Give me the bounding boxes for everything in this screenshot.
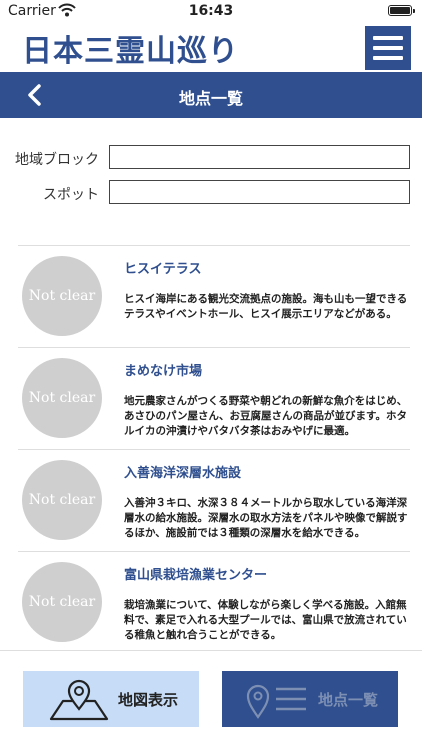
- item-description: ヒスイ海岸にある観光交流拠点の施設。海も山も一望できるテラスやイベントホール、ヒ…: [124, 293, 408, 320]
- list-item[interactable]: Not clear まめなけ市場 地元農家さんがつくる野菜や朝どれの新鮮な魚介を…: [18, 347, 410, 449]
- spot-list: Not clear ヒスイテラス ヒスイ海岸にある観光交流拠点の施設。海も山も一…: [18, 245, 410, 653]
- thumbnail-placeholder: Not clear: [22, 256, 102, 336]
- thumbnail-placeholder: Not clear: [22, 460, 102, 540]
- list-button-label: 地点一覧: [318, 691, 379, 709]
- item-title: 入善海洋深層水施設: [124, 466, 242, 481]
- nav-title: 地点一覧: [178, 89, 243, 108]
- item-description: 栽培漁業について、体験しながら楽しく学べる施設。入館無料で、素足で入れる大型プー…: [124, 599, 407, 641]
- map-view-button[interactable]: 地図表示: [23, 671, 199, 727]
- bottom-bar: 地図表示 地点一覧: [0, 650, 422, 751]
- region-label: 地域ブロック: [15, 152, 99, 168]
- thumbnail-placeholder: Not clear: [22, 562, 102, 642]
- item-title: 富山県栽培漁業センター: [124, 568, 268, 583]
- item-title: まめなけ市場: [124, 364, 203, 379]
- item-description: 地元農家さんがつくる野菜や朝どれの新鮮な魚介をはじめ、あさひのパン屋さん、お豆腐…: [124, 395, 408, 437]
- app-title: 日本三霊山巡り: [22, 34, 239, 69]
- spot-input[interactable]: [109, 180, 410, 204]
- spot-list-button[interactable]: 地点一覧: [222, 671, 398, 727]
- list-item[interactable]: Not clear 入善海洋深層水施設 入善沖３キロ、水深３８４メートルから取水…: [18, 449, 410, 551]
- thumbnail-placeholder: Not clear: [22, 358, 102, 438]
- clock: 16:43: [188, 3, 234, 19]
- region-row: 地域ブロック: [0, 145, 422, 171]
- item-title: ヒスイテラス: [124, 262, 202, 277]
- map-pin-icon: [49, 679, 109, 721]
- list-item[interactable]: Not clear 富山県栽培漁業センター 栽培漁業について、体験しながら楽しく…: [18, 551, 410, 653]
- spot-label: スポット: [43, 187, 99, 203]
- spot-row: スポット: [0, 180, 422, 206]
- item-description: 入善沖３キロ、水深３８４メートルから取水している海洋深層水の給水施設。深層水の取…: [124, 497, 408, 539]
- region-input[interactable]: [109, 145, 410, 169]
- app-header: 日本三霊山巡り: [0, 22, 422, 72]
- nav-bar: 地点一覧: [0, 72, 422, 118]
- battery-icon: [388, 5, 415, 16]
- menu-button[interactable]: [365, 26, 411, 70]
- status-bar: Carrier 16:43: [0, 0, 422, 22]
- list-item[interactable]: Not clear ヒスイテラス ヒスイ海岸にある観光交流拠点の施設。海も山も一…: [18, 245, 410, 347]
- map-button-label: 地図表示: [118, 691, 179, 709]
- hamburger-icon: [373, 36, 403, 40]
- pin-list-icon: [246, 684, 306, 719]
